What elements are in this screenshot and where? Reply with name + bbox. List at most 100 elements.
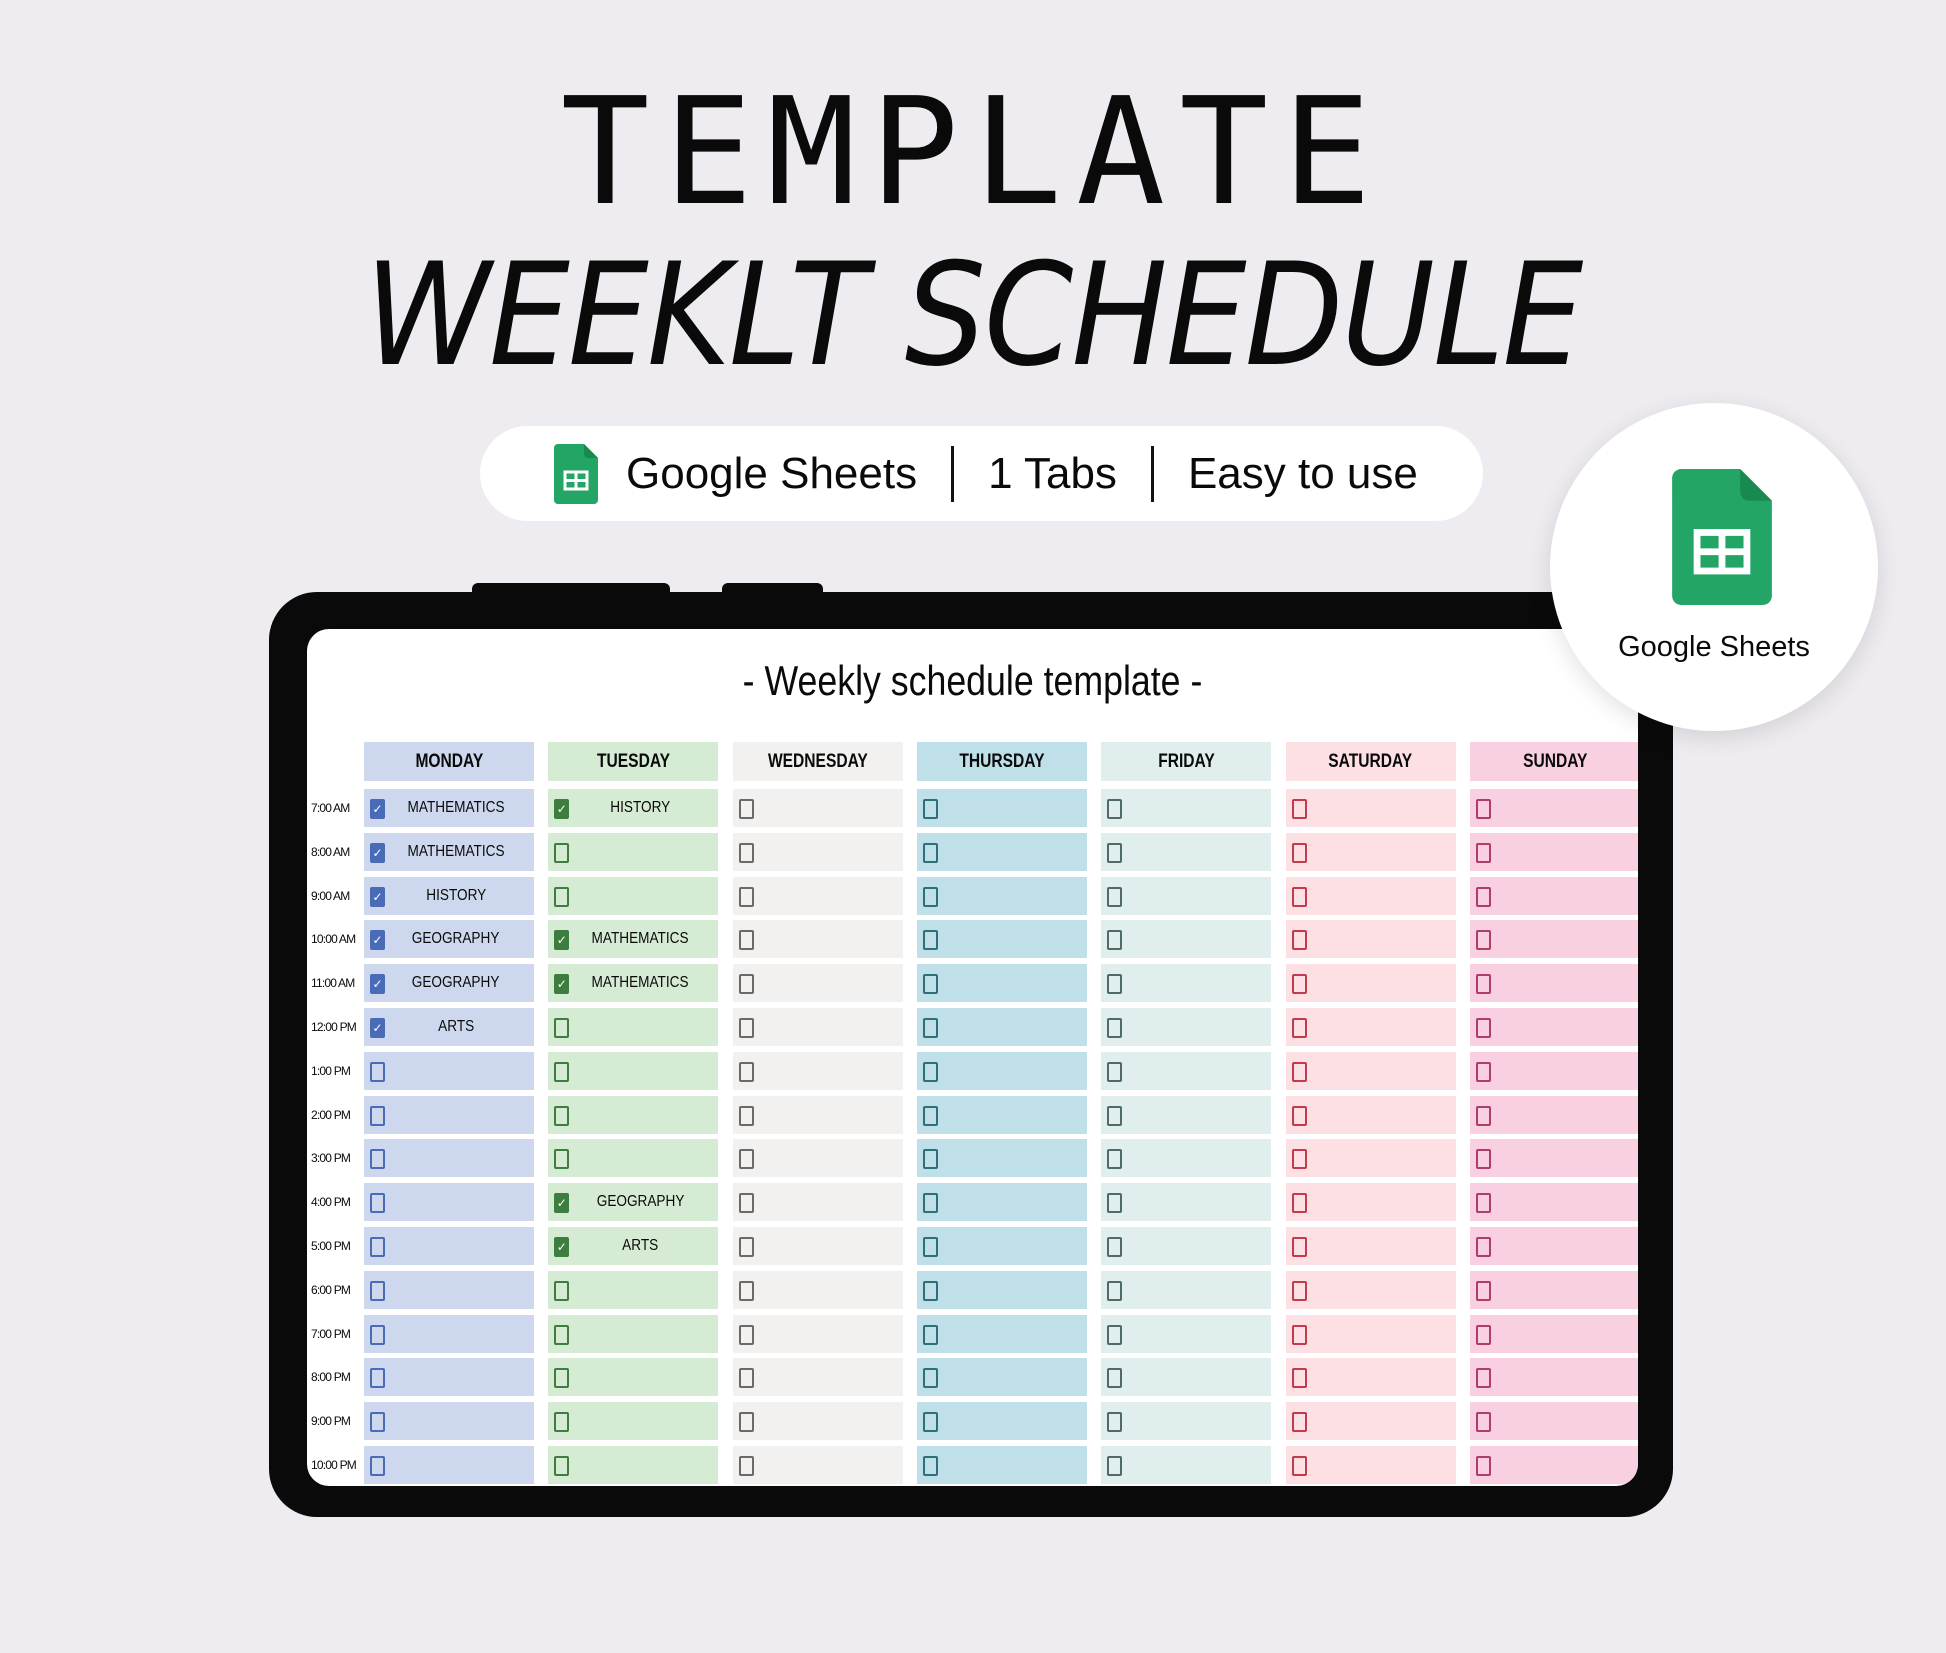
schedule-cell[interactable]: [1285, 1314, 1456, 1353]
checkbox[interactable]: [370, 1368, 385, 1389]
checkbox[interactable]: [370, 1412, 385, 1433]
schedule-cell[interactable]: [548, 1446, 719, 1484]
checkbox[interactable]: [1291, 1149, 1307, 1170]
schedule-cell[interactable]: [1469, 876, 1638, 915]
checkbox[interactable]: [738, 974, 754, 995]
checkbox[interactable]: [738, 1412, 754, 1433]
checkbox[interactable]: [1107, 1412, 1123, 1433]
schedule-cell[interactable]: [732, 1227, 903, 1265]
checkbox[interactable]: [554, 886, 570, 907]
checkbox[interactable]: [1291, 1280, 1307, 1301]
schedule-cell[interactable]: [1285, 1051, 1456, 1090]
checkbox[interactable]: [738, 1237, 754, 1257]
schedule-cell[interactable]: [916, 789, 1087, 827]
checkbox[interactable]: [554, 1368, 570, 1389]
schedule-cell[interactable]: ✓ ARTS: [548, 1227, 719, 1265]
schedule-cell[interactable]: [548, 1270, 719, 1309]
schedule-cell[interactable]: [1469, 1183, 1638, 1222]
checkbox[interactable]: [1107, 1149, 1123, 1170]
schedule-cell[interactable]: [364, 1314, 534, 1353]
checkbox[interactable]: [738, 1280, 754, 1301]
checkbox[interactable]: ✓: [554, 1193, 570, 1214]
checkbox[interactable]: [1107, 974, 1123, 995]
checkbox[interactable]: [922, 1105, 938, 1126]
schedule-cell[interactable]: [1101, 1227, 1272, 1265]
checkbox[interactable]: [554, 1324, 570, 1345]
schedule-cell[interactable]: [1285, 920, 1456, 959]
checkbox[interactable]: [738, 1193, 754, 1214]
schedule-cell[interactable]: [732, 1139, 903, 1178]
schedule-cell[interactable]: [916, 876, 1087, 915]
schedule-cell[interactable]: [732, 1446, 903, 1484]
schedule-cell[interactable]: [548, 876, 719, 915]
schedule-cell[interactable]: [732, 1314, 903, 1353]
checkbox[interactable]: [1475, 1280, 1491, 1301]
schedule-cell[interactable]: ✓ HISTORY: [548, 789, 719, 827]
checkbox[interactable]: [738, 799, 754, 819]
schedule-cell[interactable]: [548, 1402, 719, 1441]
schedule-cell[interactable]: [364, 1183, 534, 1222]
schedule-cell[interactable]: [916, 1270, 1087, 1309]
checkbox[interactable]: [738, 1061, 754, 1082]
checkbox[interactable]: [1107, 842, 1123, 863]
checkbox[interactable]: [922, 1061, 938, 1082]
checkbox[interactable]: [554, 1456, 570, 1476]
schedule-cell[interactable]: [1285, 1095, 1456, 1134]
schedule-cell[interactable]: [1101, 1270, 1272, 1309]
schedule-cell[interactable]: [732, 1008, 903, 1046]
checkbox[interactable]: ✓: [370, 886, 385, 907]
checkbox[interactable]: [738, 930, 754, 951]
checkbox[interactable]: ✓: [370, 842, 385, 863]
checkbox[interactable]: [554, 1018, 570, 1038]
checkbox[interactable]: [738, 1324, 754, 1345]
schedule-cell[interactable]: [1469, 1358, 1638, 1397]
schedule-cell[interactable]: ✓ MATHEMATICS: [364, 789, 534, 827]
schedule-cell[interactable]: [732, 1402, 903, 1441]
schedule-cell[interactable]: [916, 1139, 1087, 1178]
schedule-cell[interactable]: ✓ MATHEMATICS: [548, 964, 719, 1003]
checkbox[interactable]: ✓: [370, 974, 385, 995]
checkbox[interactable]: [1107, 1237, 1123, 1257]
checkbox[interactable]: ✓: [370, 799, 385, 819]
checkbox[interactable]: ✓: [554, 930, 570, 951]
schedule-cell[interactable]: [1469, 832, 1638, 871]
checkbox[interactable]: [370, 1105, 385, 1126]
checkbox[interactable]: ✓: [554, 974, 570, 995]
schedule-cell[interactable]: [732, 1270, 903, 1309]
schedule-cell[interactable]: [1101, 1139, 1272, 1178]
checkbox[interactable]: [554, 1105, 570, 1126]
schedule-cell[interactable]: ✓ MATHEMATICS: [548, 920, 719, 959]
checkbox[interactable]: [1475, 842, 1491, 863]
checkbox[interactable]: [1107, 1061, 1123, 1082]
checkbox[interactable]: [1475, 886, 1491, 907]
schedule-cell[interactable]: [732, 1051, 903, 1090]
checkbox[interactable]: [1107, 930, 1123, 951]
checkbox[interactable]: [1107, 1324, 1123, 1345]
schedule-cell[interactable]: [1285, 1139, 1456, 1178]
schedule-cell[interactable]: [548, 1008, 719, 1046]
schedule-cell[interactable]: [1285, 1183, 1456, 1222]
schedule-cell[interactable]: [1101, 964, 1272, 1003]
schedule-cell[interactable]: [364, 1402, 534, 1441]
checkbox[interactable]: [1475, 1061, 1491, 1082]
checkbox[interactable]: [1475, 1324, 1491, 1345]
checkbox[interactable]: [922, 1412, 938, 1433]
checkbox[interactable]: [1475, 1412, 1491, 1433]
schedule-cell[interactable]: [1101, 789, 1272, 827]
checkbox[interactable]: [922, 930, 938, 951]
schedule-cell[interactable]: [1469, 1051, 1638, 1090]
checkbox[interactable]: [922, 1193, 938, 1214]
checkbox[interactable]: [1107, 1018, 1123, 1038]
checkbox[interactable]: [1107, 1280, 1123, 1301]
checkbox[interactable]: [1291, 1456, 1307, 1476]
schedule-cell[interactable]: [732, 876, 903, 915]
checkbox[interactable]: [1291, 1412, 1307, 1433]
schedule-cell[interactable]: [732, 832, 903, 871]
checkbox[interactable]: [1107, 1456, 1123, 1476]
schedule-cell[interactable]: ✓ HISTORY: [364, 876, 534, 915]
schedule-cell[interactable]: [364, 1095, 534, 1134]
schedule-cell[interactable]: ✓ GEOGRAPHY: [364, 964, 534, 1003]
checkbox[interactable]: [922, 1456, 938, 1476]
checkbox[interactable]: [1291, 842, 1307, 863]
checkbox[interactable]: [1291, 1237, 1307, 1257]
